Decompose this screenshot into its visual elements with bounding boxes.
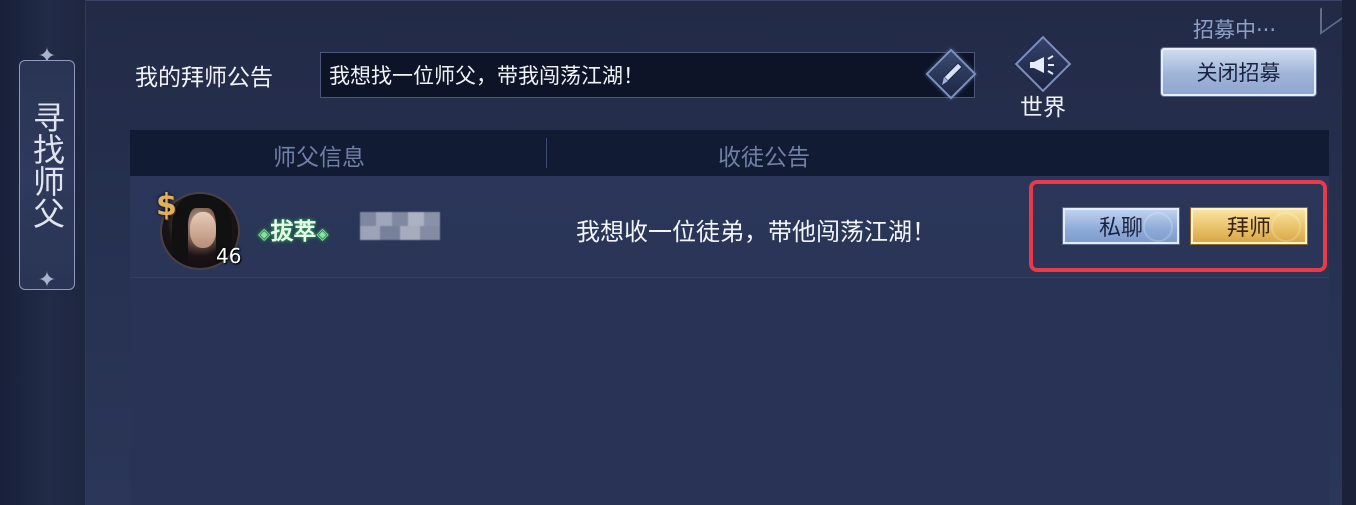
- edit-notice-button[interactable]: [925, 48, 977, 100]
- apprentice-button[interactable]: 拜师: [1191, 208, 1307, 244]
- brush-icon: [942, 62, 963, 85]
- world-channel-button[interactable]: 世界: [1008, 35, 1078, 121]
- title-badge: ◈拔萃◈: [258, 212, 329, 246]
- master-badge-icon: $: [156, 188, 177, 223]
- close-recruit-button[interactable]: 关闭招募: [1161, 48, 1316, 96]
- corner-decoration: [1320, 0, 1342, 35]
- world-label: 世界: [1020, 95, 1066, 121]
- player-name-blurred: [360, 212, 440, 240]
- list-header: 师父信息 收徒公告: [130, 130, 1329, 176]
- notice-label: 我的拜师公告: [135, 65, 273, 91]
- master-notice: 我想收一位徒弟，带他闯荡江湖！: [576, 218, 936, 246]
- apprentice-label: 拜师: [1226, 216, 1271, 241]
- title-deco-icon: ◈: [316, 224, 329, 243]
- megaphone-icon: [1030, 55, 1054, 75]
- column-notice: 收徒公告: [718, 145, 810, 171]
- master-list: 师父信息 收徒公告 $ 46 ◈拔萃◈ 我想收一位徒弟，带他闯荡江湖！ 私聊 拜…: [130, 130, 1329, 505]
- notice-input[interactable]: [320, 52, 975, 98]
- title-text: 拔萃: [270, 219, 317, 245]
- level: 46: [216, 244, 242, 268]
- avatar-face: [190, 212, 216, 248]
- swirl-decoration: [1271, 212, 1301, 242]
- private-chat-label: 私聊: [1098, 216, 1143, 241]
- tab-find-master[interactable]: 寻找师父: [19, 60, 75, 290]
- column-divider: [546, 138, 547, 168]
- tab-find-master-label: 寻找师父: [28, 101, 66, 229]
- title-deco-icon: ◈: [258, 224, 271, 243]
- diamond-ornament-icon: ✦: [37, 268, 57, 293]
- column-master-info: 师父信息: [273, 145, 365, 171]
- table-row: $ 46 ◈拔萃◈ 我想收一位徒弟，带他闯荡江湖！ 私聊 拜师: [130, 176, 1329, 278]
- recruit-status: 招募中···: [1193, 18, 1277, 42]
- swirl-decoration: [1143, 212, 1173, 242]
- private-chat-button[interactable]: 私聊: [1063, 208, 1179, 244]
